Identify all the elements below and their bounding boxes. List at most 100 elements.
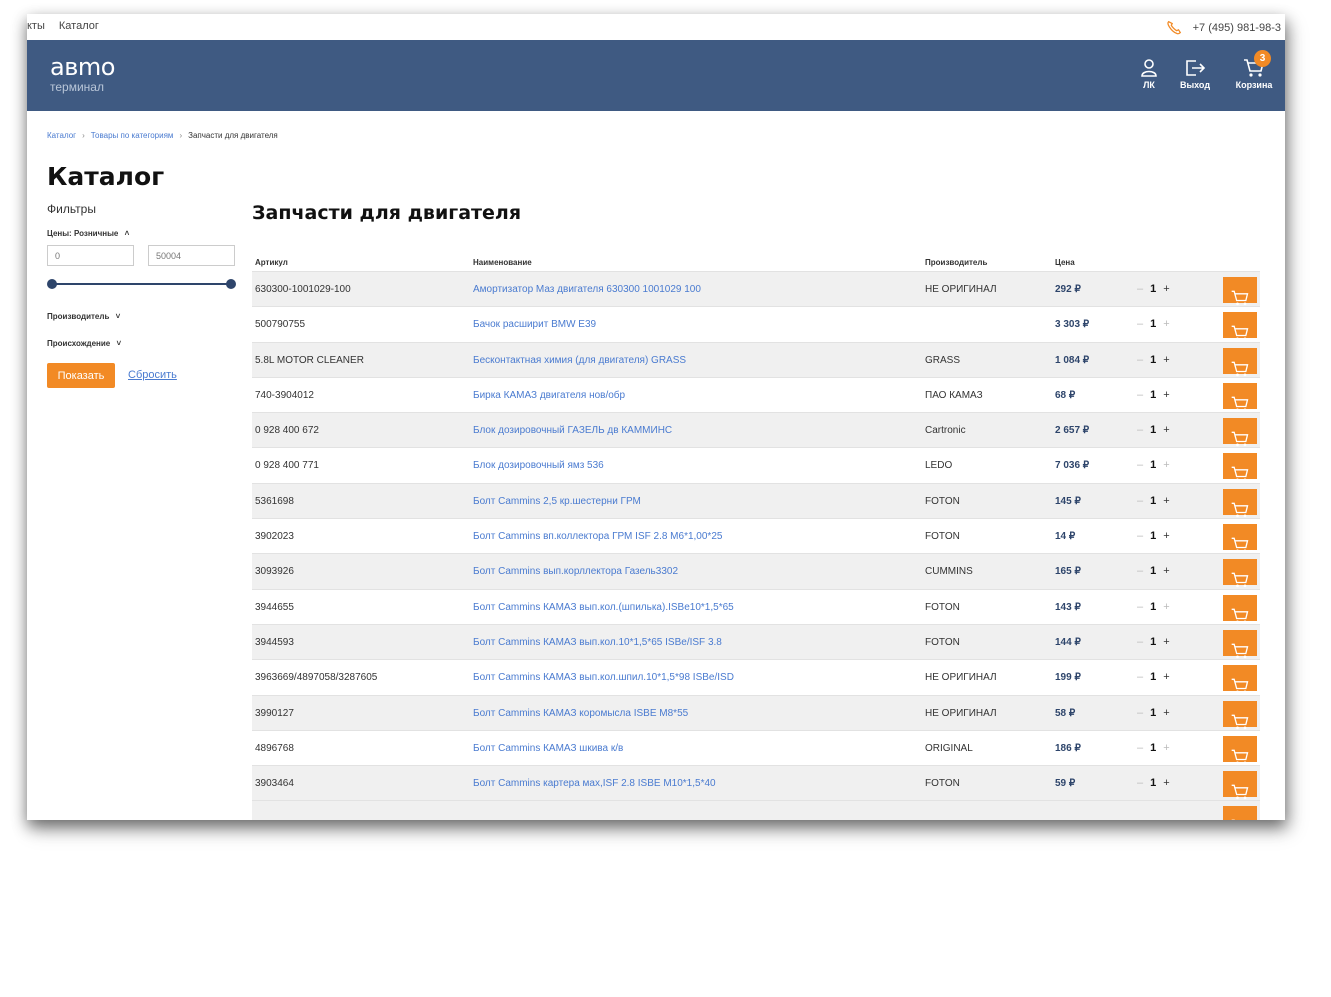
increase-button[interactable]: + [1163,742,1169,754]
price-slider-min-handle[interactable] [47,279,57,289]
add-to-cart-button[interactable] [1223,735,1257,765]
cell-product-link[interactable]: Бачок расширит BMW E39 [473,319,596,330]
add-to-cart-button[interactable] [1223,629,1257,659]
add-to-cart-button[interactable] [1223,312,1257,341]
increase-button[interactable]: + [1163,707,1169,719]
price-min-input[interactable] [47,245,134,266]
decrease-button[interactable]: – [1137,636,1143,648]
increase-button[interactable]: + [1163,318,1169,330]
increase-button[interactable]: + [1163,283,1169,295]
decrease-button[interactable]: – [1137,459,1143,471]
quantity-stepper: –1 + [1137,424,1170,436]
cell-maker: Cartronic [925,425,966,437]
quantity-value: 1 [1150,494,1157,507]
add-to-cart-button[interactable] [1223,382,1257,412]
increase-button[interactable]: + [1163,636,1169,648]
account-button[interactable]: ЛК [1135,58,1163,90]
increase-button[interactable]: + [1163,601,1169,613]
cell-product-link[interactable]: Бирка КАМАЗ двигателя нов/обр [473,390,625,401]
origin-filter-toggle[interactable]: Происхождение ˅ [47,339,121,348]
cell-product-link[interactable]: Бесконтактная химия (для двигателя) GRAS… [473,355,686,366]
phone-contact[interactable]: +7 (495) 981-98-3 [1165,19,1281,37]
cell-product-link[interactable]: Болт Cammins вп.коллектора ГРМ ISF 2.8 M… [473,531,722,542]
cell-product-link[interactable]: Болт Cammins КАМАЗ вып.кол.10*1,5*65 ISB… [473,637,722,648]
add-to-cart-button[interactable] [1223,771,1257,800]
logout-button[interactable]: Выход [1177,58,1213,90]
add-to-cart-button[interactable] [1223,665,1257,694]
price-slider-max-handle[interactable] [226,279,236,289]
table-row: 3963669/4897058/3287605 Болт Cammins КАМА… [252,659,1260,694]
decrease-button[interactable]: – [1137,671,1143,683]
add-to-cart-button[interactable] [1223,559,1257,588]
table-row: 740-3904012 Бирка КАМАЗ двигателя нов/обр… [252,376,1260,412]
logo[interactable]: aвmo терминал [50,54,115,93]
increase-button[interactable]: + [1163,671,1169,683]
table-row: 0 928 400 672 Блок дозировочный ГАЗЕЛЬ дв… [252,412,1260,448]
breadcrumb-categories[interactable]: Товары по категориям [91,131,174,140]
breadcrumb-catalog[interactable]: Каталог [47,131,76,140]
show-button[interactable]: Показать [47,363,115,388]
increase-button[interactable]: + [1163,777,1169,789]
decrease-button[interactable]: – [1137,495,1143,507]
cell-product-link[interactable]: Амортизатор Маз двигателя 630300 1001029… [473,284,701,295]
add-to-cart-button[interactable] [1223,594,1257,623]
cell-maker: GRASS [925,354,961,366]
quantity-value: 1 [1150,741,1157,754]
add-to-cart-button[interactable] [1223,418,1257,447]
reset-link[interactable]: Сбросить [128,369,177,381]
decrease-button[interactable]: – [1137,777,1143,789]
add-to-cart-button[interactable] [1223,488,1257,517]
cell-price: 14 ₽ [1055,531,1076,543]
cell-product-link[interactable]: Болт Cammins КАМАЗ шкива к/в [473,743,623,754]
add-to-cart-button[interactable] [1223,453,1257,482]
cell-product-link[interactable]: Блок дозировочный ямз 536 [473,460,604,471]
products-table: 630300-1001029-100 Амортизатор Маз двигат… [252,271,1260,820]
manufacturer-filter-toggle[interactable]: Производитель ˅ [47,312,120,321]
add-to-cart-button[interactable] [1223,277,1257,306]
increase-button[interactable]: + [1163,565,1169,577]
cart-button[interactable]: 3 Корзина [1232,50,1276,90]
decrease-button[interactable]: – [1137,389,1143,401]
price-filter-toggle[interactable]: Цены: Розничные ˄ [47,229,129,238]
increase-button[interactable]: + [1163,424,1169,436]
cell-product-link[interactable]: Болт Cammins картера мах,ISF 2.8 ISBE M1… [473,778,716,789]
increase-button[interactable]: + [1163,354,1169,366]
price-max-input[interactable] [148,245,235,266]
breadcrumb: Каталог › Товары по категориям › Запчаст… [47,131,278,140]
add-to-cart-button[interactable] [1223,700,1257,729]
add-to-cart-button[interactable] [1223,524,1257,553]
decrease-button[interactable]: – [1137,354,1143,366]
add-to-cart-button[interactable] [1223,806,1257,820]
decrease-button[interactable]: – [1137,742,1143,754]
quantity-stepper: –1 + [1137,354,1170,366]
decrease-button[interactable]: – [1137,707,1143,719]
decrease-button[interactable]: – [1137,530,1143,542]
cell-product-link[interactable]: Болт Cammins КАМАЗ коромысла ISBE M8*55 [473,708,688,719]
chevron-down-icon: ˅ [115,312,121,321]
decrease-button[interactable]: – [1137,601,1143,613]
cell-article: 3903464 [255,778,294,790]
price-slider-track[interactable] [52,283,231,285]
cell-product-link[interactable]: Болт Cammins вып.корллектора Газель3302 [473,566,678,577]
table-row: 0 928 400 771 Блок дозировочный ямз 536 LE… [252,447,1260,482]
cell-product-link[interactable]: Блок дозировочный ГАЗЕЛЬ дв КАММИНС [473,425,672,436]
cell-product-link[interactable]: Болт Cammins КАМАЗ вып.кол.шпил.10*1,5*9… [473,672,734,683]
origin-filter-label: Происхождение [47,339,111,348]
cell-product-link[interactable]: Болт Cammins КАМАЗ вып.кол.(шпилька).ISB… [473,602,734,613]
quantity-value: 1 [1150,424,1157,437]
decrease-button[interactable]: – [1137,424,1143,436]
page-title: Каталог [47,162,165,191]
cell-product-link[interactable]: Болт Cammins 2,5 кр.шестерни ГРМ [473,496,641,507]
quantity-value: 1 [1150,388,1157,401]
decrease-button[interactable]: – [1137,283,1143,295]
decrease-button[interactable]: – [1137,565,1143,577]
increase-button[interactable]: + [1163,389,1169,401]
increase-button[interactable]: + [1163,459,1169,471]
add-to-cart-button[interactable] [1223,347,1257,376]
top-nav-catalog[interactable]: Каталог [59,20,99,32]
top-nav-products[interactable]: кты [27,20,45,32]
decrease-button[interactable]: – [1137,318,1143,330]
increase-button[interactable]: + [1163,495,1169,507]
cell-article: 3990127 [255,707,294,719]
increase-button[interactable]: + [1163,530,1169,542]
